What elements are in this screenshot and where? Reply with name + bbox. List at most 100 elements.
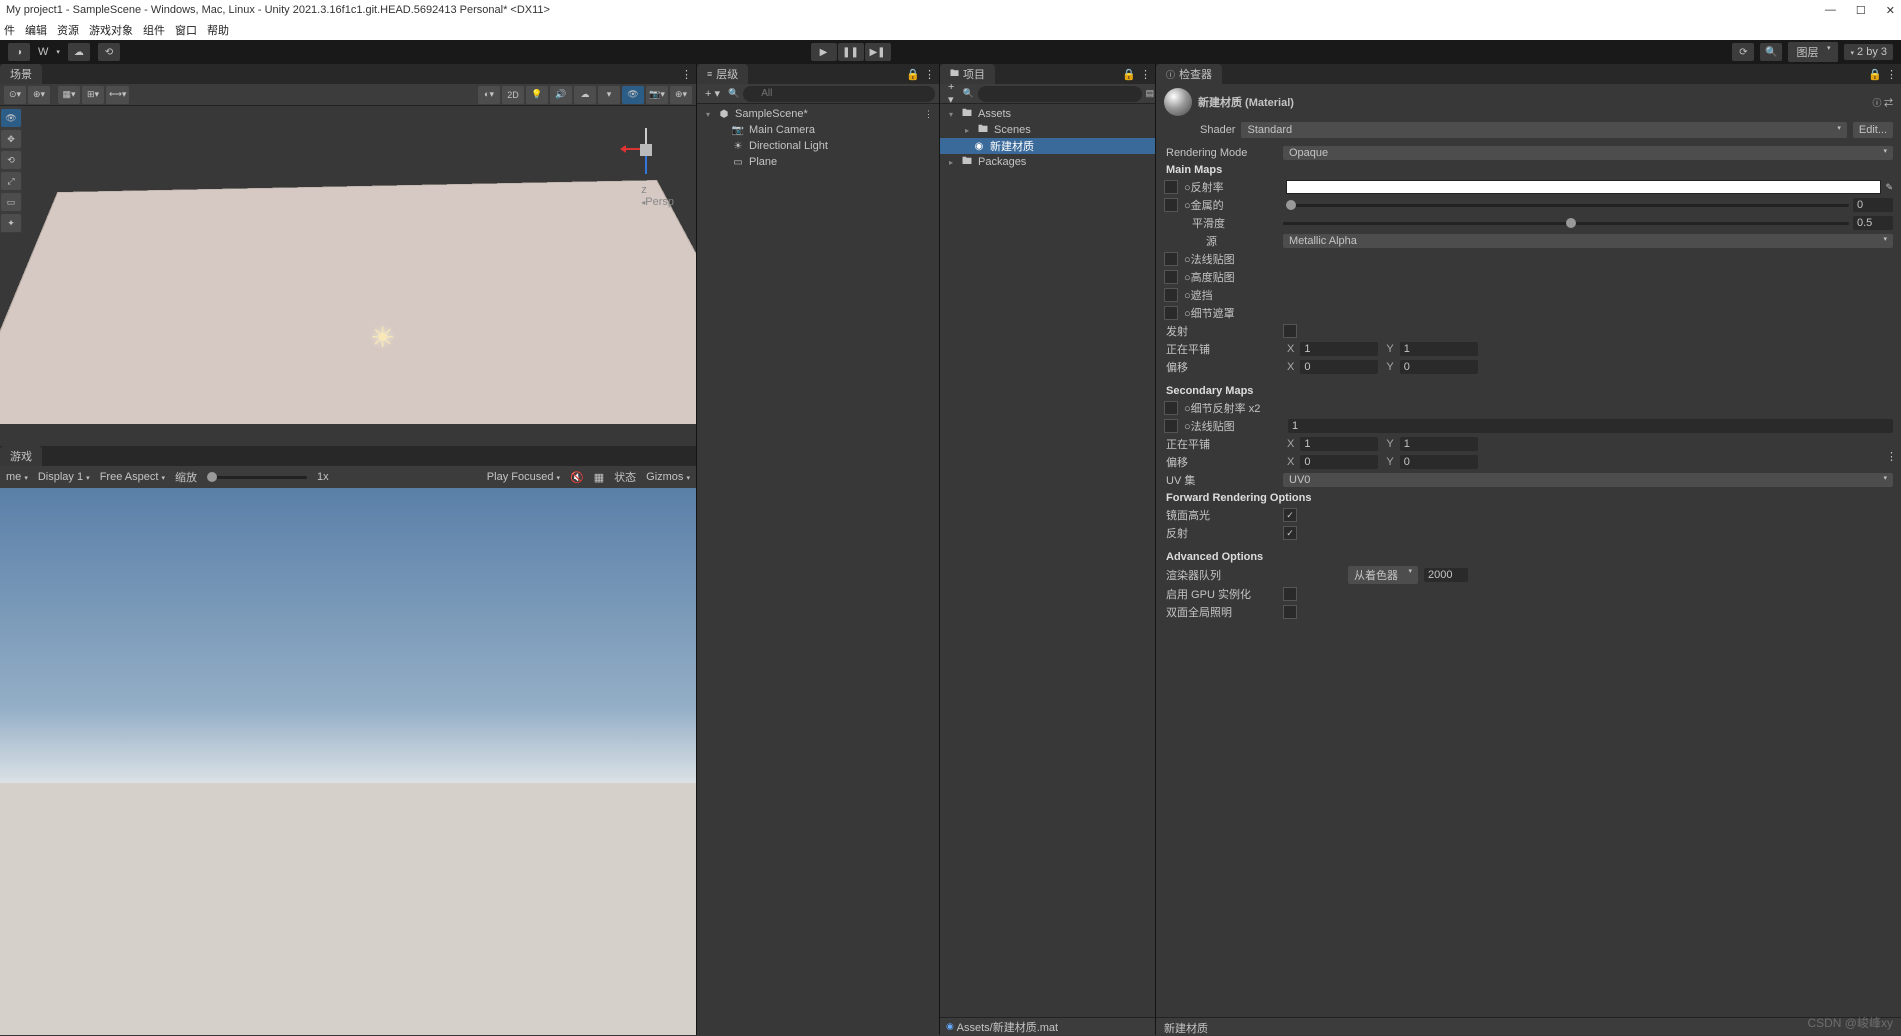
smoothness-slider[interactable]: 0.5 bbox=[1283, 216, 1893, 230]
gizmos-dropdown[interactable]: ⊕▾ bbox=[670, 86, 692, 104]
emission-checkbox[interactable] bbox=[1283, 324, 1297, 338]
tab-menu-icon[interactable]: ⋮ bbox=[681, 68, 692, 81]
specular-checkbox[interactable]: ✓ bbox=[1283, 508, 1297, 522]
visible-icon[interactable]: 👁 bbox=[622, 86, 644, 104]
tiling2-x-input[interactable]: 1 bbox=[1300, 437, 1378, 451]
play-focused-dropdown[interactable]: Play Focused ▾ bbox=[487, 471, 560, 483]
tab-hierarchy[interactable]: ≡ 层级 bbox=[697, 64, 748, 84]
queue-value-input[interactable]: 2000 bbox=[1424, 568, 1468, 582]
tiling2-y-input[interactable]: 1 bbox=[1400, 437, 1478, 451]
double-gi-checkbox[interactable] bbox=[1283, 605, 1297, 619]
offset2-x-input[interactable]: 0 bbox=[1300, 455, 1378, 469]
skybox-icon[interactable]: ▾ bbox=[598, 86, 620, 104]
display-dropdown[interactable]: Display 1 ▾ bbox=[38, 471, 90, 483]
project-scenes-row[interactable]: ▸🖿Scenes bbox=[940, 122, 1155, 138]
hierarchy-item-plane[interactable]: ▭Plane bbox=[697, 154, 939, 170]
lock-icon[interactable]: 🔒 bbox=[1122, 68, 1136, 81]
gizmos-dropdown[interactable]: Gizmos ▾ bbox=[646, 471, 690, 483]
project-material-row[interactable]: ◉新建材质 bbox=[940, 138, 1155, 154]
snap-icon[interactable]: ⊞▾ bbox=[82, 86, 104, 104]
color-picker-icon[interactable]: ✎ bbox=[1885, 182, 1893, 193]
close-icon[interactable]: ✕ bbox=[1886, 4, 1895, 17]
pause-button[interactable]: ❚❚ bbox=[838, 43, 864, 61]
tab-menu-icon[interactable]: ⋮ bbox=[1140, 68, 1151, 81]
albedo-color[interactable] bbox=[1286, 180, 1881, 194]
history-icon[interactable]: ⟳ bbox=[1732, 43, 1754, 61]
uvset-dropdown[interactable]: UV0▾ bbox=[1283, 473, 1893, 487]
menu-file[interactable]: 件 bbox=[4, 22, 15, 38]
layers-dropdown[interactable]: 图层 ▾ bbox=[1788, 42, 1838, 62]
gpu-instancing-checkbox[interactable] bbox=[1283, 587, 1297, 601]
height-texture-slot[interactable] bbox=[1164, 270, 1178, 284]
cloud-icon[interactable]: ☁ bbox=[68, 43, 90, 61]
tiling-y-input[interactable]: 1 bbox=[1400, 342, 1478, 356]
detailmask-texture-slot[interactable] bbox=[1164, 306, 1178, 320]
menu-assets[interactable]: 资源 bbox=[57, 22, 79, 38]
hierarchy-item-light[interactable]: ☀Directional Light bbox=[697, 138, 939, 154]
aspect-dropdown[interactable]: Free Aspect ▾ bbox=[100, 471, 165, 483]
tool-rect-icon[interactable]: ▭ bbox=[1, 193, 21, 211]
tiling-x-input[interactable]: 1 bbox=[1300, 342, 1378, 356]
tool-rotate-icon[interactable]: ⟲ bbox=[1, 151, 21, 169]
detail-albedo-slot[interactable] bbox=[1164, 401, 1178, 415]
tool-view-icon[interactable]: 👁 bbox=[1, 109, 21, 127]
step-button[interactable]: ▶❚ bbox=[865, 43, 891, 61]
game-display-dd[interactable]: me ▾ bbox=[6, 471, 28, 483]
normal-texture-slot[interactable] bbox=[1164, 252, 1178, 266]
state-label[interactable]: 状态 bbox=[614, 469, 636, 485]
edit-shader-button[interactable]: Edit... bbox=[1853, 122, 1893, 138]
help-icon[interactable]: ⓘ ⇄ bbox=[1872, 96, 1893, 109]
menu-window[interactable]: 窗口 bbox=[175, 22, 197, 38]
hierarchy-scene-row[interactable]: ▾⬢SampleScene*⋮ bbox=[697, 106, 939, 122]
lock-icon[interactable]: 🔒 bbox=[1868, 68, 1882, 81]
menu-help[interactable]: 帮助 bbox=[207, 22, 229, 38]
tab-project[interactable]: 🖿 项目 bbox=[940, 64, 995, 84]
orientation-gizmo[interactable] bbox=[616, 126, 676, 186]
detail-normal-input[interactable]: 1 bbox=[1288, 419, 1893, 433]
tab-menu-icon[interactable]: ⋮ bbox=[924, 68, 935, 81]
hierarchy-item-camera[interactable]: 📷Main Camera bbox=[697, 122, 939, 138]
play-button[interactable]: ▶ bbox=[811, 43, 837, 61]
undo-icon[interactable]: ⟲ bbox=[98, 43, 120, 61]
scene-menu-icon[interactable]: ⋮ bbox=[924, 109, 933, 120]
queue-dropdown[interactable]: 从着色器▾ bbox=[1348, 566, 1418, 584]
tab-inspector[interactable]: ⓘ 检查器 bbox=[1156, 64, 1222, 84]
offset-y-input[interactable]: 0 bbox=[1400, 360, 1478, 374]
fx-icon[interactable]: ☁ bbox=[574, 86, 596, 104]
create-asset-dropdown[interactable]: + ▾ bbox=[944, 81, 958, 106]
source-dropdown[interactable]: Metallic Alpha▾ bbox=[1283, 234, 1893, 248]
shaded-dropdown[interactable]: ◐▾ bbox=[478, 86, 500, 104]
menu-component[interactable]: 组件 bbox=[143, 22, 165, 38]
scale-slider[interactable] bbox=[207, 476, 307, 479]
create-dropdown[interactable]: + ▾ bbox=[701, 87, 724, 100]
tab-game[interactable]: 游戏 bbox=[0, 446, 42, 466]
maximize-icon[interactable]: ☐ bbox=[1856, 4, 1866, 17]
light-icon[interactable]: 💡 bbox=[526, 86, 548, 104]
minimize-icon[interactable]: — bbox=[1825, 4, 1836, 17]
search-icon[interactable]: 🔍 bbox=[1760, 43, 1782, 61]
filter-icon[interactable]: ▤ bbox=[1146, 88, 1155, 99]
tab-menu-icon[interactable]: ⋮ bbox=[1886, 450, 1897, 463]
account-icon[interactable]: ◑ bbox=[8, 43, 30, 61]
occlusion-texture-slot[interactable] bbox=[1164, 288, 1178, 302]
project-packages-row[interactable]: ▸🖿Packages bbox=[940, 154, 1155, 170]
reflections-checkbox[interactable]: ✓ bbox=[1283, 526, 1297, 540]
albedo-texture-slot[interactable] bbox=[1164, 180, 1178, 194]
metallic-texture-slot[interactable] bbox=[1164, 198, 1178, 212]
menu-edit[interactable]: 编辑 bbox=[25, 22, 47, 38]
project-search-input[interactable] bbox=[978, 86, 1142, 102]
camera-icon[interactable]: 📷▾ bbox=[646, 86, 668, 104]
metallic-slider[interactable]: 0 bbox=[1286, 198, 1893, 212]
project-assets-row[interactable]: ▾🖿Assets bbox=[940, 106, 1155, 122]
stats-icon[interactable]: ▦ bbox=[594, 471, 604, 484]
rendering-mode-dropdown[interactable]: Opaque▾ bbox=[1283, 146, 1893, 160]
scene-view[interactable]: 👁 ✥ ⟲ ⤢ ▭ ✦ ☀ z◂Persp bbox=[0, 106, 696, 446]
offset2-y-input[interactable]: 0 bbox=[1400, 455, 1478, 469]
offset-x-input[interactable]: 0 bbox=[1300, 360, 1378, 374]
game-view[interactable] bbox=[0, 488, 696, 1035]
audio-icon[interactable]: 🔊 bbox=[550, 86, 572, 104]
grid-icon[interactable]: ▦▾ bbox=[58, 86, 80, 104]
tool-scale-icon[interactable]: ⤢ bbox=[1, 172, 21, 190]
tool-global-icon[interactable]: ⊕▾ bbox=[28, 86, 50, 104]
snap-inc-icon[interactable]: ⟷▾ bbox=[106, 86, 129, 104]
